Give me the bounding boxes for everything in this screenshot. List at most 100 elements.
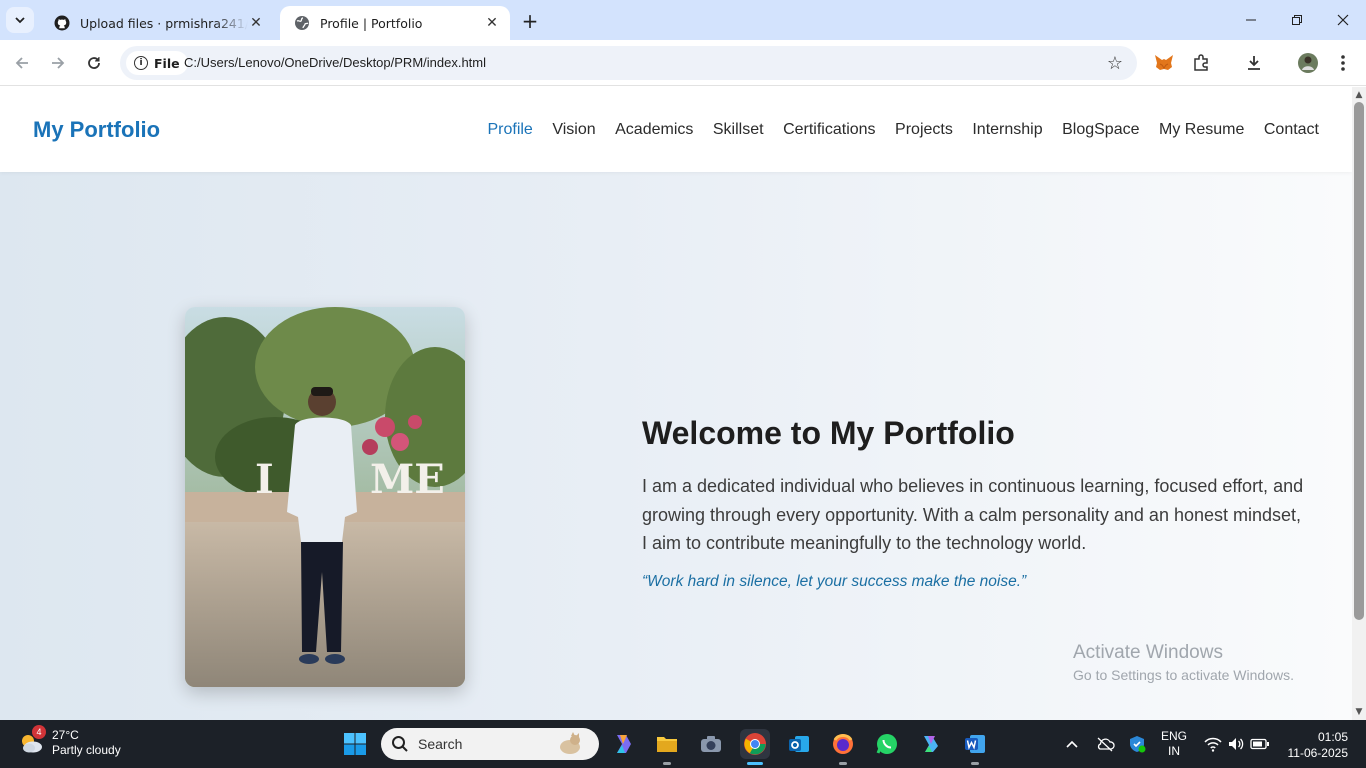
- svg-text:ME: ME: [370, 456, 445, 503]
- search-highlight-icon: [560, 732, 580, 754]
- scroll-down-icon[interactable]: ▼: [1354, 707, 1364, 717]
- m365-icon: [924, 736, 938, 752]
- word-icon: [965, 735, 985, 753]
- nav-link-skillset[interactable]: Skillset: [713, 121, 764, 139]
- weather-widget[interactable]: 4 27°C Partly cloudy: [18, 725, 121, 758]
- hero-quote: “Work hard in silence, let your success …: [642, 573, 1027, 590]
- web-page: My Portfolio Profile Vision Academics Sk…: [0, 87, 1352, 720]
- region-code: IN: [1168, 744, 1180, 758]
- nav-link-profile[interactable]: Profile: [487, 121, 532, 139]
- nav-link-certifications[interactable]: Certifications: [783, 121, 875, 139]
- battery-icon: [1250, 738, 1269, 750]
- system-clock[interactable]: 01:05 11-06-2025: [1288, 729, 1349, 761]
- search-placeholder: Search: [418, 736, 463, 752]
- weather-condition: Partly cloudy: [52, 743, 121, 757]
- running-indicator: [839, 762, 847, 765]
- arrow-left-icon: [15, 57, 28, 69]
- nav-link-blogspace[interactable]: BlogSpace: [1062, 121, 1139, 139]
- avatar-icon: [1298, 53, 1318, 73]
- info-icon: i: [134, 56, 148, 70]
- windows-taskbar: 4 27°C Partly cloudy Search ENG IN 01:05…: [0, 720, 1366, 768]
- quick-settings-button[interactable]: [1200, 720, 1274, 768]
- restore-icon: [1292, 15, 1302, 25]
- minimize-button[interactable]: [1228, 0, 1274, 40]
- site-brand[interactable]: My Portfolio: [33, 117, 160, 143]
- tab-profile-portfolio[interactable]: Profile | Portfolio ✕: [280, 6, 510, 40]
- outlook-icon: [789, 736, 809, 752]
- tab-search-dropdown-button[interactable]: [6, 7, 34, 33]
- minimize-icon: [1246, 19, 1256, 21]
- shield-icon: [1130, 736, 1146, 753]
- site-header: My Portfolio Profile Vision Academics Sk…: [0, 87, 1352, 172]
- windows-logo-icon: [344, 733, 366, 755]
- activate-windows-watermark: Activate Windows Go to Settings to activ…: [1073, 642, 1294, 683]
- scroll-up-icon[interactable]: ▲: [1354, 90, 1364, 100]
- tab-title: Profile | Portfolio: [320, 15, 423, 31]
- start-button[interactable]: [340, 729, 370, 759]
- camera-app-icon[interactable]: [696, 729, 726, 759]
- close-icon: [1337, 14, 1349, 26]
- download-icon: [1248, 56, 1260, 70]
- copilot-app-icon[interactable]: [608, 729, 638, 759]
- browser-tab-bar: Upload files · prmishra241/MY-PORTFOLIO …: [0, 0, 1366, 40]
- downloads-button[interactable]: [1242, 51, 1266, 75]
- site-info-chip[interactable]: i File: [126, 51, 188, 75]
- weather-badge: 4: [32, 725, 46, 739]
- browser-toolbar: i File C:/Users/Lenovo/OneDrive/Desktop/…: [0, 40, 1366, 86]
- tab-upload-files[interactable]: Upload files · prmishra241/MY-PORTFOLIO …: [40, 6, 274, 40]
- page-scrollbar[interactable]: ▲ ▼: [1352, 87, 1366, 720]
- microsoft-365-app-icon[interactable]: [916, 729, 946, 759]
- profile-avatar[interactable]: [1296, 51, 1320, 75]
- close-window-button[interactable]: [1320, 0, 1366, 40]
- wifi-icon: [1204, 737, 1222, 752]
- word-app-icon[interactable]: [960, 729, 990, 765]
- github-icon: [54, 15, 70, 31]
- nav-link-projects[interactable]: Projects: [895, 121, 953, 139]
- firefox-icon: [833, 734, 853, 754]
- lang-code: ENG: [1160, 729, 1187, 743]
- search-icon: [392, 736, 408, 752]
- show-hidden-icons-button[interactable]: [1060, 720, 1084, 768]
- onedrive-tray-icon[interactable]: [1092, 720, 1118, 768]
- forward-button[interactable]: [44, 49, 72, 77]
- close-icon[interactable]: ✕: [484, 15, 500, 31]
- input-language-indicator[interactable]: ENG IN: [1158, 720, 1190, 768]
- close-icon[interactable]: ✕: [248, 15, 264, 31]
- bookmark-star-icon[interactable]: ☆: [1107, 53, 1123, 74]
- file-explorer-app-icon[interactable]: [652, 729, 682, 765]
- taskbar-search[interactable]: Search: [381, 728, 599, 760]
- copilot-icon: [617, 735, 631, 753]
- outlook-app-icon[interactable]: [784, 729, 814, 759]
- back-button[interactable]: [8, 49, 36, 77]
- chevron-up-icon: [1066, 740, 1078, 748]
- running-indicator: [663, 762, 671, 765]
- url-text[interactable]: C:/Users/Lenovo/OneDrive/Desktop/PRM/ind…: [184, 55, 486, 70]
- new-tab-button[interactable]: +: [518, 9, 542, 33]
- metamask-extension-icon[interactable]: [1152, 51, 1176, 75]
- clock-date: 11-06-2025: [1287, 746, 1349, 760]
- more-vertical-icon: [1341, 55, 1345, 71]
- firefox-app-icon[interactable]: [828, 729, 858, 765]
- tab-title: Upload files · prmishra241/MY-PORTFOLIO: [80, 15, 248, 31]
- globe-icon: [295, 16, 309, 30]
- restore-button[interactable]: [1274, 0, 1320, 40]
- nav-link-vision[interactable]: Vision: [552, 121, 595, 139]
- nav-link-contact[interactable]: Contact: [1264, 121, 1319, 139]
- nav-link-academics[interactable]: Academics: [615, 121, 693, 139]
- nav-link-internship[interactable]: Internship: [972, 121, 1042, 139]
- whatsapp-app-icon[interactable]: [872, 729, 902, 759]
- chrome-app-icon[interactable]: [740, 729, 770, 765]
- address-bar[interactable]: i File C:/Users/Lenovo/OneDrive/Desktop/…: [120, 46, 1137, 80]
- watermark-subtitle: Go to Settings to activate Windows.: [1073, 667, 1294, 683]
- scheme-label: File: [154, 55, 180, 71]
- nav-link-my-resume[interactable]: My Resume: [1159, 121, 1244, 139]
- security-tray-icon[interactable]: [1124, 720, 1150, 768]
- reload-button[interactable]: [80, 49, 108, 77]
- fox-icon: [1155, 55, 1173, 70]
- chevron-down-icon: [15, 17, 25, 24]
- clock-time: 01:05: [1317, 730, 1348, 744]
- camera-icon: [701, 736, 721, 752]
- extensions-button[interactable]: [1189, 51, 1213, 75]
- scroll-thumb[interactable]: [1354, 102, 1364, 620]
- menu-button[interactable]: [1331, 51, 1355, 75]
